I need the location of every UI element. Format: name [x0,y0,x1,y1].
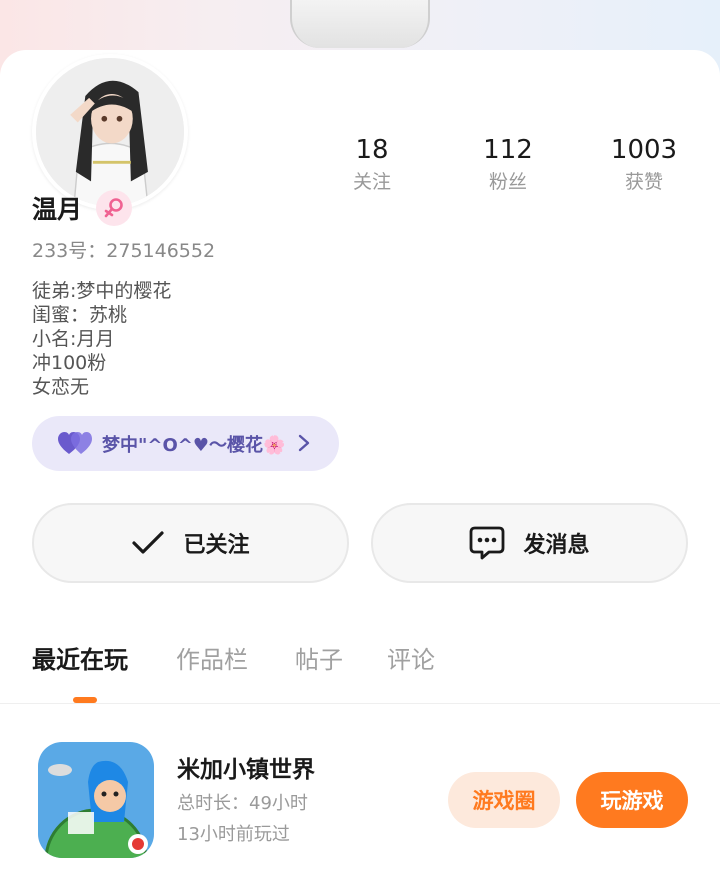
tab-posts[interactable]: 帖子 [295,640,343,680]
tabs-divider [0,703,720,704]
stat-value: 18 [355,135,389,165]
bio-line: 女恋无 [32,376,90,398]
follow-button-label: 已关注 [183,533,250,558]
stat-likes[interactable]: 1003 获赞 [579,134,709,196]
game-icon-image [38,742,154,858]
avatar-image [36,58,184,206]
avatar[interactable] [32,54,188,210]
play-game-button[interactable]: 玩游戏 [576,772,688,828]
tab-works[interactable]: 作品栏 [176,640,248,680]
stat-label: 获赞 [624,171,663,193]
game-title[interactable]: 米加小镇世界 [177,754,315,786]
banner-character-image [290,0,430,48]
stat-following[interactable]: 18 关注 [307,134,437,196]
stat-label: 粉丝 [488,171,527,193]
game-circle-button[interactable]: 游戏圈 [448,772,560,828]
message-button[interactable]: 发消息 [371,503,688,583]
heart-icon [58,431,92,454]
tab-recently-played[interactable]: 最近在玩 [32,640,128,680]
name-row: 温月 [32,188,133,228]
tab-comments[interactable]: 评论 [387,640,435,680]
relation-tag-label: 梦中"^O^♥～樱花🌸 [102,434,286,456]
user-id: 233号：275146552 [32,240,216,262]
stat-label: 关注 [352,171,391,193]
bio-line: 闺蜜：苏桃 [32,304,128,326]
game-last-played: 13小时前玩过 [177,824,290,845]
message-button-label: 发消息 [523,533,590,558]
bio-line: 冲100粉 [32,352,107,374]
stat-value: 112 [483,135,533,165]
chevron-right-icon [298,434,310,452]
stat-followers[interactable]: 112 粉丝 [443,134,573,196]
follow-button[interactable]: 已关注 [32,503,349,583]
female-icon [96,190,133,226]
stat-value: 1003 [610,135,678,165]
profile-name: 温月 [32,195,83,224]
relation-tag[interactable]: 梦中"^O^♥～樱花🌸 [32,416,339,471]
bio-line: 小名:月月 [32,328,115,350]
checkmark-icon [131,530,165,556]
game-icon[interactable] [38,742,154,858]
profile-stats: 18 关注 112 粉丝 1003 获赞 [300,134,720,204]
game-playtime: 总时长：49小时 [177,793,308,814]
profile-bio: 徒弟:梦中的樱花 闺蜜：苏桃 小名:月月 冲100粉 女恋无 [32,279,171,399]
chat-bubble-icon [469,526,505,560]
bio-line: 徒弟:梦中的樱花 [32,280,172,302]
profile-card: 18 关注 112 粉丝 1003 获赞 温月 233号：275146552 徒… [0,50,720,875]
